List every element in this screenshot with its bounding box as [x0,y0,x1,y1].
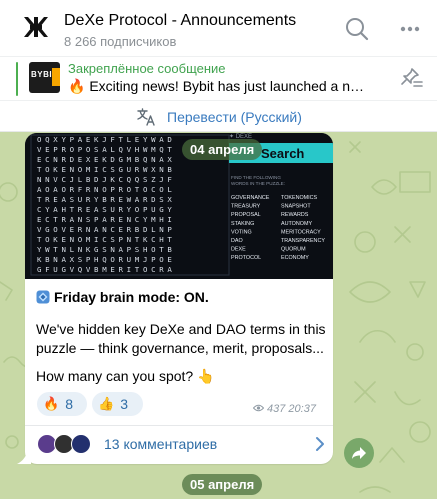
pinned-text: 🔥 Exciting news! Bybit has just launched… [68,78,366,94]
translate-bar[interactable]: Перевести (Русский) [0,100,437,132]
puzzle-heading: Search [261,146,304,161]
puzzle-row: ECTRANSPARENCYMHI [37,215,176,224]
forward-button[interactable] [344,438,374,468]
puzzle-subheading: WORDS IN THE PUZZLE: [231,181,285,186]
puzzle-row: GFUGVQVBMERITOCRA [37,265,176,274]
puzzle-row: TOKENOMICSGURWXNB [37,165,176,174]
pinned-list-icon[interactable] [400,67,424,89]
post-title-line: Friday brain mode: ON. [36,289,209,305]
puzzle-word: TOKENOMICS [281,195,318,201]
puzzle-word: GOVERNANCE [231,195,270,201]
avatar [71,434,91,454]
chat-header: DeXe Protocol - Announcements 8 266 подп… [0,0,437,56]
date-separator: 04 апреля [182,139,263,160]
views-eye-icon [253,404,264,412]
post-body-line: We've hidden key DeXe and DAO terms in t… [36,321,326,337]
post-body: We've hidden key DeXe and DAO terms in t… [36,320,326,358]
diamond-icon [36,290,50,304]
post-title: Friday brain mode: ON. [54,289,209,305]
puzzle-subheading: FIND THE FOLLOWING [231,175,281,180]
puzzle-row: OQXYPAEKJFTLEYWAD [37,135,176,144]
puzzle-word: ECONOMY [281,255,309,261]
puzzle-word: PROPOSAL [231,212,261,218]
pinned-label: Закреплённое сообщение [68,61,226,76]
puzzle-word: AUTONOMY [281,221,312,227]
post-time: 20:37 [288,403,316,415]
dexe-logo-icon[interactable] [22,13,50,41]
more-options-icon[interactable] [397,16,423,42]
reaction-count: 8 [65,396,73,412]
pinned-message-bar[interactable]: BYBIT Закреплённое сообщение 🔥 Exciting … [0,56,437,98]
post-body-line: puzzle — think governance, merit, propos… [36,340,324,356]
reaction-fire[interactable]: 🔥 8 [37,392,87,416]
commenter-avatars [37,434,99,454]
fire-emoji: 🔥 [43,396,60,411]
post-question: How many can you spot? 👆 [36,368,215,384]
puzzle-row: KBNAXSPHQORUMJPOE [37,255,176,264]
search-icon[interactable] [344,16,370,42]
puzzle-word: TREASURY [231,204,261,210]
thumbs-up-emoji: 👍 [98,396,115,411]
date-separator: 05 апреля [182,474,263,495]
puzzle-row: VEPROPOSALQVHWMQT [37,145,176,154]
puzzle-word: TRANSPARENCY [281,238,325,244]
comments-button[interactable]: 13 комментариев [25,426,333,462]
puzzle-row: YWTNLNKGSNAPSHOTB [37,245,176,254]
post-bubble[interactable]: OQXYPAEKJFTLEYWAD VEPROPOSALQVHWMQT ECNRDE… [25,133,333,464]
puzzle-word: SNAPSHOT [281,204,311,210]
puzzle-word: QUORUM [281,247,306,253]
translate-icon [137,108,155,126]
subscriber-count: 8 266 подписчиков [64,34,177,49]
puzzle-row: TREASURYBREWARDSX [37,195,176,204]
comments-count[interactable]: 13 комментариев [104,436,217,452]
reaction-thumbs-up[interactable]: 👍 3 [92,392,143,416]
puzzle-word: MERITOCRACY [281,229,321,235]
pinned-indicator [16,62,18,96]
puzzle-word: DEXE [231,247,246,253]
puzzle-word: PROTOCOL [231,255,261,261]
translate-label[interactable]: Перевести (Русский) [167,109,302,125]
chevron-right-icon [316,437,324,451]
puzzle-row: CYAHTREASURYOPUGY [37,205,176,214]
reaction-count: 3 [120,396,128,412]
view-count: 437 [267,403,286,415]
chat-area[interactable]: OQXYPAEKJFTLEYWAD VEPROPOSALQVHWMQT ECNRDE… [0,132,437,499]
forward-arrow-icon [352,447,366,459]
puzzle-word: STAKING [231,221,254,227]
puzzle-row: ECNRDEXEKDGMBQNAX [37,155,176,164]
puzzle-row: AOAORFRNOPROTOCOL [37,185,176,194]
puzzle-word: DAO [231,238,243,244]
post-meta: 437 20:37 [253,403,316,415]
puzzle-row: TOKENOMICSPNTKCHT [37,235,176,244]
post-image[interactable]: OQXYPAEKJFTLEYWAD VEPROPOSALQVHWMQT ECNRDE… [25,133,333,279]
word-search-puzzle: OQXYPAEKJFTLEYWADVEPROPOSALQVHWMQTECNRDE… [25,133,333,279]
puzzle-word: VOTING [231,229,252,235]
pinned-thumbnail: BYBIT [29,62,60,93]
puzzle-row: VGOVERNANCERBDLNP [37,225,176,234]
puzzle-word: REWARDS [281,212,309,218]
channel-title[interactable]: DeXe Protocol - Announcements [64,12,296,30]
puzzle-row: NNVCJLBDJKCQQSZJF [37,175,176,184]
